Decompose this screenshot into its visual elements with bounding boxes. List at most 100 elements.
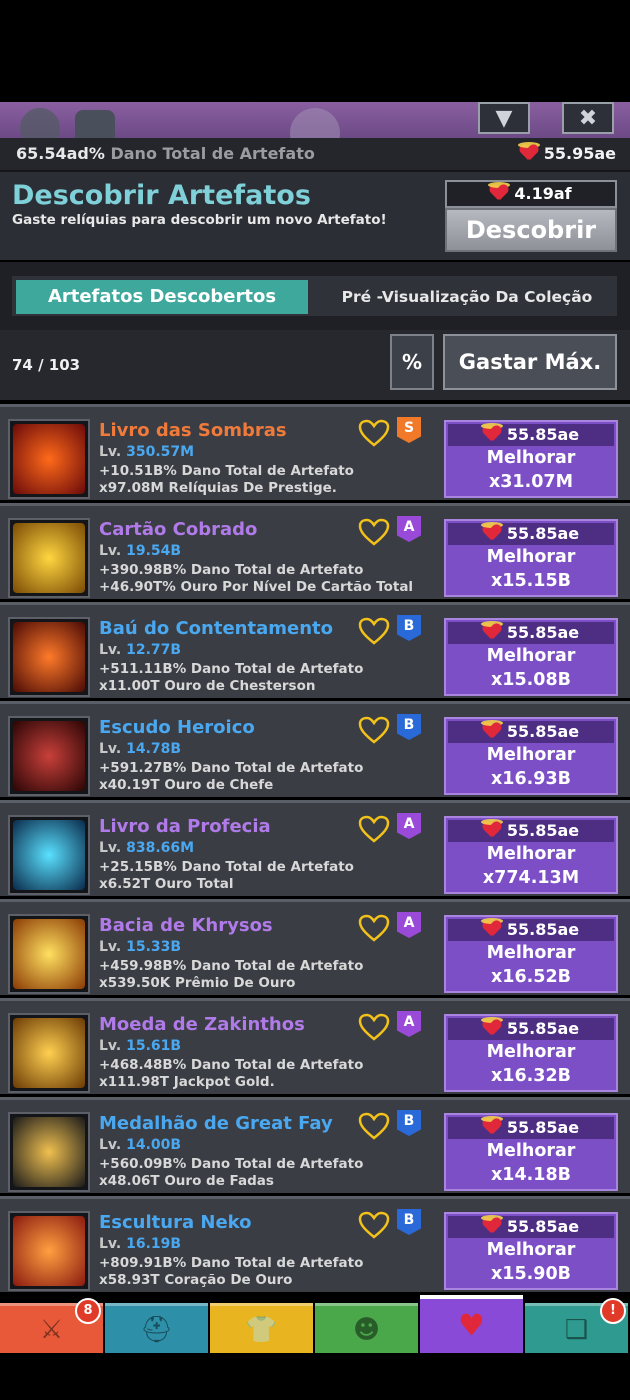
total-damage-value: 65.54ad% bbox=[16, 144, 105, 163]
favorite-heart-icon[interactable] bbox=[358, 914, 390, 942]
artifact-icon-frame[interactable] bbox=[8, 914, 90, 994]
upgrade-button[interactable]: 55.85ae Melhorar x15.08B bbox=[444, 618, 618, 696]
artifact-icon-frame[interactable] bbox=[8, 419, 90, 499]
artifact-row: Bacia de Khrysos Lv. 15.33B +459.98B% Da… bbox=[0, 899, 630, 995]
upgrade-button[interactable]: 55.85ae Melhorar x774.13M bbox=[444, 816, 618, 894]
artifact-name: Livro da Profecia bbox=[99, 816, 271, 837]
pet-icon: ☻ bbox=[352, 1314, 381, 1345]
nav-scroll-button[interactable]: ❑! bbox=[525, 1298, 628, 1353]
notification-badge: 8 bbox=[75, 1298, 101, 1324]
percent-button[interactable]: % bbox=[390, 334, 434, 390]
artifact-icon-frame[interactable] bbox=[8, 716, 90, 796]
nav-shirt-button[interactable]: 👕 bbox=[210, 1303, 313, 1353]
close-button[interactable]: ✖ bbox=[562, 102, 614, 134]
artifact-effect-primary: +591.27B% Dano Total de Artefato bbox=[99, 760, 364, 776]
nav-sword-button[interactable]: ⚔ 8 bbox=[0, 1298, 103, 1353]
upgrade-cost: 55.85ae bbox=[448, 1017, 614, 1040]
medallion-icon bbox=[13, 1117, 85, 1187]
artifact-icon-frame[interactable] bbox=[8, 617, 90, 697]
artifact-level: Lv. 15.61B bbox=[99, 1038, 182, 1054]
helmet-icon[interactable] bbox=[75, 110, 115, 138]
discover-cost-value: 4.19af bbox=[514, 184, 572, 203]
upgrade-button[interactable]: 55.85ae Melhorar x16.52B bbox=[444, 915, 618, 993]
favorite-heart-icon[interactable] bbox=[358, 419, 390, 447]
artifact-row: Escultura Neko Lv. 16.19B +809.91B% Dano… bbox=[0, 1196, 630, 1292]
artifact-level: Lv. 838.66M bbox=[99, 840, 195, 856]
artifact-row: Moeda de Zakinthos Lv. 15.61B +468.48B% … bbox=[0, 998, 630, 1094]
total-damage: 65.54ad% Dano Total de Artefato bbox=[16, 144, 315, 163]
upgrade-button[interactable]: 55.85ae Melhorar x31.07M bbox=[444, 420, 618, 498]
artifact-icon-frame[interactable] bbox=[8, 815, 90, 895]
artifact-level: Lv. 350.57M bbox=[99, 444, 195, 460]
favorite-heart-icon[interactable] bbox=[358, 815, 390, 843]
artifact-effect-secondary: x539.50K Prêmio De Ouro bbox=[99, 975, 296, 991]
total-damage-label: Dano Total de Artefato bbox=[110, 144, 315, 163]
sword-icon: ⚔ bbox=[39, 1314, 64, 1345]
orb-icon bbox=[290, 108, 340, 138]
tier-badge: S bbox=[397, 417, 421, 443]
discover-button[interactable]: Descobrir bbox=[445, 208, 617, 252]
artifact-effect-secondary: x97.08M Relíquias De Prestige. bbox=[99, 480, 337, 496]
upgrade-cost: 55.85ae bbox=[448, 720, 614, 743]
upgrade-cost: 55.85ae bbox=[448, 918, 614, 941]
upgrade-button[interactable]: 55.85ae Melhorar x15.90B bbox=[444, 1212, 618, 1290]
nav-pet-button[interactable]: ☻ bbox=[315, 1303, 418, 1353]
upgrade-multiplier: x774.13M bbox=[482, 868, 580, 888]
artifact-level: Lv. 16.19B bbox=[99, 1236, 182, 1252]
upgrade-button[interactable]: 55.85ae Melhorar x16.93B bbox=[444, 717, 618, 795]
relic-balance-value: 55.95ae bbox=[543, 144, 616, 163]
upgrade-button[interactable]: 55.85ae Melhorar x16.32B bbox=[444, 1014, 618, 1092]
artifact-icon-frame[interactable] bbox=[8, 1013, 90, 1093]
artifact-effect-primary: +468.48B% Dano Total de Artefato bbox=[99, 1057, 364, 1073]
favorite-heart-icon[interactable] bbox=[358, 617, 390, 645]
artifact-name: Bacia de Khrysos bbox=[99, 915, 273, 936]
tab-discovered[interactable]: Artefatos Descobertos bbox=[16, 280, 308, 314]
artifact-icon-frame[interactable] bbox=[8, 1211, 90, 1291]
artifact-level: Lv. 14.00B bbox=[99, 1137, 182, 1153]
artifact-row: Baú do Contentamento Lv. 12.77B +511.11B… bbox=[0, 602, 630, 698]
upgrade-label: Melhorar bbox=[486, 1240, 576, 1260]
favorite-heart-icon[interactable] bbox=[358, 518, 390, 546]
upgrade-button[interactable]: 55.85ae Melhorar x14.18B bbox=[444, 1113, 618, 1191]
upgrade-multiplier: x16.52B bbox=[491, 967, 571, 987]
artifact-name: Cartão Cobrado bbox=[99, 519, 258, 540]
relic-icon bbox=[480, 423, 503, 442]
artifact-icon-frame[interactable] bbox=[8, 1112, 90, 1192]
upgrade-multiplier: x15.08B bbox=[491, 670, 571, 690]
shield-icon bbox=[13, 721, 85, 791]
artifact-effect-secondary: x48.06T Ouro de Fadas bbox=[99, 1173, 274, 1189]
artifact-effect-primary: +390.98B% Dano Total de Artefato bbox=[99, 562, 364, 578]
upgrade-label: Melhorar bbox=[486, 547, 576, 567]
upgrade-cost: 55.85ae bbox=[448, 423, 614, 446]
tab-collection-preview[interactable]: Pré -Visualização Da Coleção bbox=[318, 280, 616, 314]
upgrade-multiplier: x16.32B bbox=[491, 1066, 571, 1086]
upgrade-label: Melhorar bbox=[486, 448, 576, 468]
artifact-level: Lv. 15.33B bbox=[99, 939, 182, 955]
tier-badge: B bbox=[397, 1110, 421, 1136]
artifact-name: Livro das Sombras bbox=[99, 420, 287, 441]
artifact-effect-primary: +511.11B% Dano Total de Artefato bbox=[99, 661, 364, 677]
upgrade-button[interactable]: 55.85ae Melhorar x15.15B bbox=[444, 519, 618, 597]
artifact-icon-frame[interactable] bbox=[8, 518, 90, 598]
artifact-level: Lv. 19.54B bbox=[99, 543, 182, 559]
nav-helmet-button[interactable]: ⛑ bbox=[105, 1303, 208, 1353]
spend-max-button[interactable]: Gastar Máx. bbox=[443, 334, 617, 390]
artifact-effect-secondary: x40.19T Ouro de Chefe bbox=[99, 777, 274, 793]
bottom-nav: ⚔ 8 ⛑ 👕 ☻ ♥ ❑! bbox=[0, 1295, 630, 1353]
helmet-icon: ⛑ bbox=[139, 1314, 174, 1345]
favorite-heart-icon[interactable] bbox=[358, 1013, 390, 1041]
artifact-effect-secondary: x11.00T Ouro de Chesterson bbox=[99, 678, 316, 694]
collapse-button[interactable]: ▼ bbox=[478, 102, 530, 134]
upgrade-cost: 55.85ae bbox=[448, 1116, 614, 1139]
artifact-level: Lv. 12.77B bbox=[99, 642, 182, 658]
stats-bar: 65.54ad% Dano Total de Artefato 55.95ae bbox=[0, 138, 630, 172]
favorite-heart-icon[interactable] bbox=[358, 716, 390, 744]
artifact-name: Moeda de Zakinthos bbox=[99, 1014, 305, 1035]
nav-relic-heart-button[interactable]: ♥ bbox=[420, 1295, 523, 1353]
artifact-level: Lv. 14.78B bbox=[99, 741, 182, 757]
gold-basin-icon bbox=[13, 919, 85, 989]
favorite-heart-icon[interactable] bbox=[358, 1112, 390, 1140]
favorite-heart-icon[interactable] bbox=[358, 1211, 390, 1239]
artifact-effect-primary: +459.98B% Dano Total de Artefato bbox=[99, 958, 364, 974]
gear-icon[interactable] bbox=[20, 108, 60, 138]
